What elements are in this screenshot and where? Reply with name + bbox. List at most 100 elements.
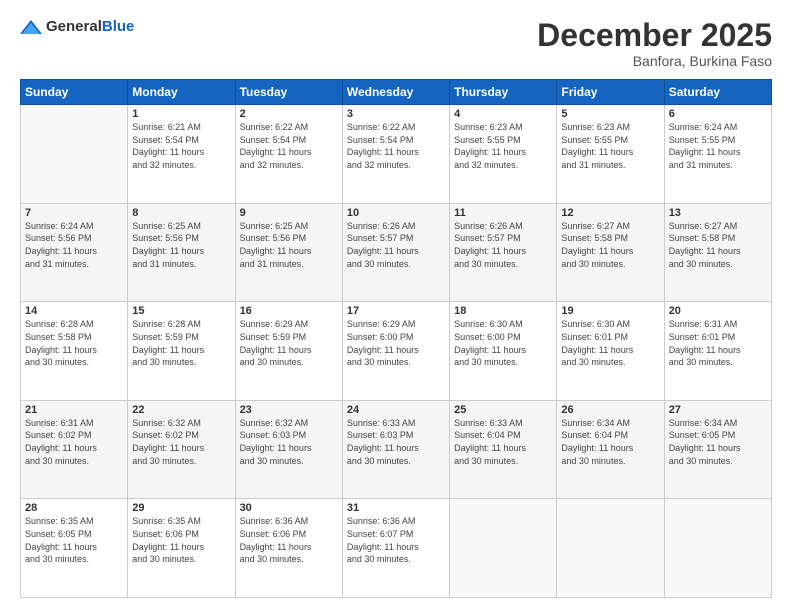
table-row bbox=[450, 499, 557, 598]
day-info: Sunrise: 6:31 AM Sunset: 6:01 PM Dayligh… bbox=[669, 318, 767, 368]
day-number: 21 bbox=[25, 404, 123, 416]
table-row: 11Sunrise: 6:26 AM Sunset: 5:57 PM Dayli… bbox=[450, 203, 557, 302]
day-number: 8 bbox=[132, 207, 230, 219]
calendar-week-row: 1Sunrise: 6:21 AM Sunset: 5:54 PM Daylig… bbox=[21, 105, 772, 204]
day-info: Sunrise: 6:22 AM Sunset: 5:54 PM Dayligh… bbox=[240, 121, 338, 171]
table-row: 24Sunrise: 6:33 AM Sunset: 6:03 PM Dayli… bbox=[342, 400, 449, 499]
table-row: 19Sunrise: 6:30 AM Sunset: 6:01 PM Dayli… bbox=[557, 302, 664, 401]
table-row: 16Sunrise: 6:29 AM Sunset: 5:59 PM Dayli… bbox=[235, 302, 342, 401]
calendar-week-row: 14Sunrise: 6:28 AM Sunset: 5:58 PM Dayli… bbox=[21, 302, 772, 401]
day-number: 18 bbox=[454, 305, 552, 317]
day-info: Sunrise: 6:27 AM Sunset: 5:58 PM Dayligh… bbox=[561, 220, 659, 270]
day-info: Sunrise: 6:25 AM Sunset: 5:56 PM Dayligh… bbox=[240, 220, 338, 270]
table-row: 22Sunrise: 6:32 AM Sunset: 6:02 PM Dayli… bbox=[128, 400, 235, 499]
location-subtitle: Banfora, Burkina Faso bbox=[537, 53, 772, 69]
logo-blue: Blue bbox=[102, 18, 135, 35]
logo: GeneralBlue bbox=[20, 18, 134, 36]
table-row: 2Sunrise: 6:22 AM Sunset: 5:54 PM Daylig… bbox=[235, 105, 342, 204]
day-number: 16 bbox=[240, 305, 338, 317]
day-number: 17 bbox=[347, 305, 445, 317]
day-info: Sunrise: 6:24 AM Sunset: 5:55 PM Dayligh… bbox=[669, 121, 767, 171]
day-number: 31 bbox=[347, 502, 445, 514]
table-row: 25Sunrise: 6:33 AM Sunset: 6:04 PM Dayli… bbox=[450, 400, 557, 499]
day-info: Sunrise: 6:26 AM Sunset: 5:57 PM Dayligh… bbox=[347, 220, 445, 270]
day-number: 5 bbox=[561, 108, 659, 120]
day-number: 26 bbox=[561, 404, 659, 416]
day-number: 28 bbox=[25, 502, 123, 514]
day-info: Sunrise: 6:26 AM Sunset: 5:57 PM Dayligh… bbox=[454, 220, 552, 270]
table-row: 27Sunrise: 6:34 AM Sunset: 6:05 PM Dayli… bbox=[664, 400, 771, 499]
day-number: 12 bbox=[561, 207, 659, 219]
table-row bbox=[664, 499, 771, 598]
col-friday: Friday bbox=[557, 80, 664, 105]
day-number: 29 bbox=[132, 502, 230, 514]
table-row: 1Sunrise: 6:21 AM Sunset: 5:54 PM Daylig… bbox=[128, 105, 235, 204]
day-info: Sunrise: 6:31 AM Sunset: 6:02 PM Dayligh… bbox=[25, 417, 123, 467]
day-number: 7 bbox=[25, 207, 123, 219]
logo-general: General bbox=[46, 18, 102, 35]
day-info: Sunrise: 6:30 AM Sunset: 6:00 PM Dayligh… bbox=[454, 318, 552, 368]
table-row: 7Sunrise: 6:24 AM Sunset: 5:56 PM Daylig… bbox=[21, 203, 128, 302]
day-info: Sunrise: 6:21 AM Sunset: 5:54 PM Dayligh… bbox=[132, 121, 230, 171]
day-info: Sunrise: 6:28 AM Sunset: 5:58 PM Dayligh… bbox=[25, 318, 123, 368]
table-row: 18Sunrise: 6:30 AM Sunset: 6:00 PM Dayli… bbox=[450, 302, 557, 401]
col-monday: Monday bbox=[128, 80, 235, 105]
day-info: Sunrise: 6:29 AM Sunset: 6:00 PM Dayligh… bbox=[347, 318, 445, 368]
day-info: Sunrise: 6:34 AM Sunset: 6:04 PM Dayligh… bbox=[561, 417, 659, 467]
table-row: 4Sunrise: 6:23 AM Sunset: 5:55 PM Daylig… bbox=[450, 105, 557, 204]
col-tuesday: Tuesday bbox=[235, 80, 342, 105]
day-number: 24 bbox=[347, 404, 445, 416]
table-row bbox=[21, 105, 128, 204]
table-row: 3Sunrise: 6:22 AM Sunset: 5:54 PM Daylig… bbox=[342, 105, 449, 204]
calendar-week-row: 21Sunrise: 6:31 AM Sunset: 6:02 PM Dayli… bbox=[21, 400, 772, 499]
day-info: Sunrise: 6:34 AM Sunset: 6:05 PM Dayligh… bbox=[669, 417, 767, 467]
day-number: 25 bbox=[454, 404, 552, 416]
table-row: 21Sunrise: 6:31 AM Sunset: 6:02 PM Dayli… bbox=[21, 400, 128, 499]
day-info: Sunrise: 6:27 AM Sunset: 5:58 PM Dayligh… bbox=[669, 220, 767, 270]
day-info: Sunrise: 6:28 AM Sunset: 5:59 PM Dayligh… bbox=[132, 318, 230, 368]
day-info: Sunrise: 6:25 AM Sunset: 5:56 PM Dayligh… bbox=[132, 220, 230, 270]
table-row: 31Sunrise: 6:36 AM Sunset: 6:07 PM Dayli… bbox=[342, 499, 449, 598]
table-row: 28Sunrise: 6:35 AM Sunset: 6:05 PM Dayli… bbox=[21, 499, 128, 598]
logo-icon bbox=[20, 18, 42, 36]
day-number: 19 bbox=[561, 305, 659, 317]
calendar-week-row: 7Sunrise: 6:24 AM Sunset: 5:56 PM Daylig… bbox=[21, 203, 772, 302]
table-row: 23Sunrise: 6:32 AM Sunset: 6:03 PM Dayli… bbox=[235, 400, 342, 499]
table-row: 15Sunrise: 6:28 AM Sunset: 5:59 PM Dayli… bbox=[128, 302, 235, 401]
day-number: 14 bbox=[25, 305, 123, 317]
day-info: Sunrise: 6:36 AM Sunset: 6:07 PM Dayligh… bbox=[347, 515, 445, 565]
day-number: 15 bbox=[132, 305, 230, 317]
logo-text: GeneralBlue bbox=[46, 18, 134, 36]
day-number: 2 bbox=[240, 108, 338, 120]
day-number: 23 bbox=[240, 404, 338, 416]
day-number: 3 bbox=[347, 108, 445, 120]
day-info: Sunrise: 6:24 AM Sunset: 5:56 PM Dayligh… bbox=[25, 220, 123, 270]
day-number: 30 bbox=[240, 502, 338, 514]
day-number: 11 bbox=[454, 207, 552, 219]
table-row: 6Sunrise: 6:24 AM Sunset: 5:55 PM Daylig… bbox=[664, 105, 771, 204]
day-info: Sunrise: 6:22 AM Sunset: 5:54 PM Dayligh… bbox=[347, 121, 445, 171]
col-thursday: Thursday bbox=[450, 80, 557, 105]
day-info: Sunrise: 6:32 AM Sunset: 6:02 PM Dayligh… bbox=[132, 417, 230, 467]
day-info: Sunrise: 6:33 AM Sunset: 6:03 PM Dayligh… bbox=[347, 417, 445, 467]
calendar-table: Sunday Monday Tuesday Wednesday Thursday… bbox=[20, 79, 772, 598]
day-info: Sunrise: 6:23 AM Sunset: 5:55 PM Dayligh… bbox=[454, 121, 552, 171]
day-number: 6 bbox=[669, 108, 767, 120]
header: GeneralBlue December 2025 Banfora, Burki… bbox=[20, 18, 772, 69]
day-number: 9 bbox=[240, 207, 338, 219]
table-row: 10Sunrise: 6:26 AM Sunset: 5:57 PM Dayli… bbox=[342, 203, 449, 302]
table-row: 20Sunrise: 6:31 AM Sunset: 6:01 PM Dayli… bbox=[664, 302, 771, 401]
day-info: Sunrise: 6:29 AM Sunset: 5:59 PM Dayligh… bbox=[240, 318, 338, 368]
title-block: December 2025 Banfora, Burkina Faso bbox=[537, 18, 772, 69]
day-number: 22 bbox=[132, 404, 230, 416]
table-row: 5Sunrise: 6:23 AM Sunset: 5:55 PM Daylig… bbox=[557, 105, 664, 204]
day-info: Sunrise: 6:33 AM Sunset: 6:04 PM Dayligh… bbox=[454, 417, 552, 467]
month-title: December 2025 bbox=[537, 18, 772, 53]
table-row: 13Sunrise: 6:27 AM Sunset: 5:58 PM Dayli… bbox=[664, 203, 771, 302]
day-info: Sunrise: 6:30 AM Sunset: 6:01 PM Dayligh… bbox=[561, 318, 659, 368]
day-info: Sunrise: 6:35 AM Sunset: 6:06 PM Dayligh… bbox=[132, 515, 230, 565]
calendar-header-row: Sunday Monday Tuesday Wednesday Thursday… bbox=[21, 80, 772, 105]
table-row: 30Sunrise: 6:36 AM Sunset: 6:06 PM Dayli… bbox=[235, 499, 342, 598]
day-info: Sunrise: 6:32 AM Sunset: 6:03 PM Dayligh… bbox=[240, 417, 338, 467]
day-number: 4 bbox=[454, 108, 552, 120]
